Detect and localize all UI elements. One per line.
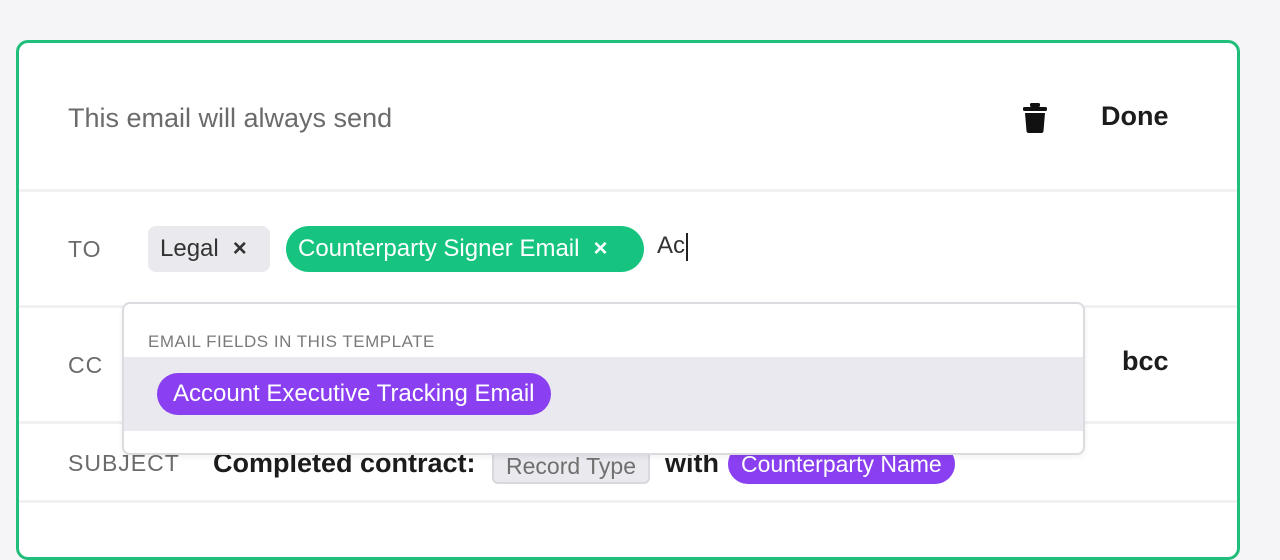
email-field-dropdown: EMAIL FIELDS IN THIS TEMPLATE Account Ex… <box>122 302 1085 455</box>
dropdown-heading: EMAIL FIELDS IN THIS TEMPLATE <box>148 332 435 351</box>
option-chip-account-executive[interactable]: Account Executive Tracking Email <box>157 373 551 415</box>
to-label: TO <box>68 236 102 262</box>
text-caret <box>686 232 689 261</box>
close-icon[interactable]: × <box>593 226 607 272</box>
recipient-chip-counterparty-signer[interactable]: Counterparty Signer Email × <box>286 226 644 272</box>
typed-text: Ac <box>657 232 686 259</box>
email-rule-card: This email will always send Done TO Lega… <box>16 40 1240 560</box>
trash-icon[interactable] <box>1021 103 1049 133</box>
card-header: This email will always send Done <box>19 43 1237 192</box>
to-row: TO Legal × Counterparty Signer Email × Ac <box>19 192 1237 308</box>
recipient-chip-label: Legal <box>160 235 219 262</box>
dropdown-option[interactable]: Account Executive Tracking Email <box>124 357 1083 431</box>
recipient-chip-label: Counterparty Signer Email <box>298 235 580 262</box>
bcc-button[interactable]: bcc <box>1122 346 1169 377</box>
recipient-search-input[interactable]: Ac <box>657 232 689 261</box>
recipient-chip-legal[interactable]: Legal × <box>148 226 270 272</box>
rule-description: This email will always send <box>68 103 393 133</box>
cc-label: CC <box>68 352 104 378</box>
done-button[interactable]: Done <box>1101 101 1169 132</box>
close-icon[interactable]: × <box>233 226 247 272</box>
